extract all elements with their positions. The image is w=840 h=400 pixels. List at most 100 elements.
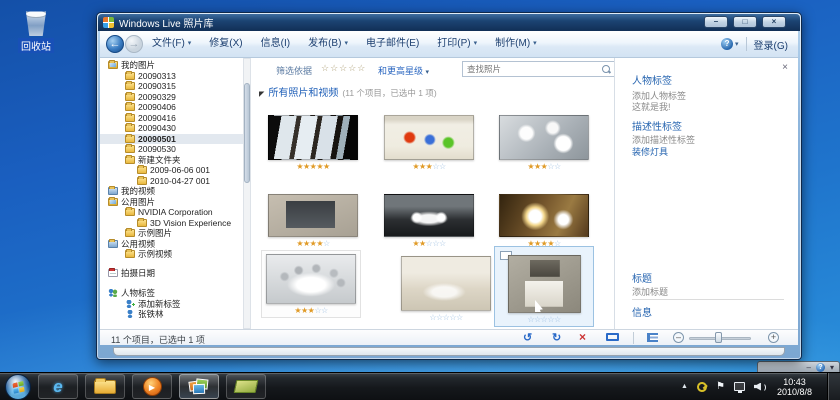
photo-image[interactable] xyxy=(401,256,491,311)
menu-file[interactable]: 文件(F)▾ xyxy=(143,31,200,57)
recycle-bin[interactable]: 回收站 xyxy=(10,10,62,55)
rotate-right-button[interactable]: ↻ xyxy=(552,331,561,344)
action-center-flag-icon[interactable]: ⚑ xyxy=(716,381,725,392)
tree-item-folder[interactable]: 3D Vision Experience xyxy=(100,218,243,229)
photo-image[interactable] xyxy=(384,194,474,237)
photo-image[interactable] xyxy=(499,194,589,237)
add-caption-link[interactable]: 添加标题 xyxy=(632,285,668,298)
photo-thumbnail-selected[interactable]: ☆☆☆☆☆ xyxy=(494,246,594,327)
menu-info[interactable]: 信息(I) xyxy=(252,31,299,57)
back-button[interactable]: ← xyxy=(106,35,124,53)
photo-thumbnail[interactable]: ★★★★★ xyxy=(268,115,358,171)
menu-make[interactable]: 制作(M)▾ xyxy=(486,31,546,57)
photo-thumbnail[interactable]: ☆☆☆☆☆ xyxy=(401,256,491,322)
volume-icon[interactable] xyxy=(754,382,766,392)
photo-thumbnail[interactable]: ★★★★☆ xyxy=(499,194,589,248)
help-button[interactable]: ?▾ xyxy=(721,38,739,50)
tree-item-my-pictures[interactable]: 我的图片 xyxy=(100,60,243,71)
menu-fix[interactable]: 修复(X) xyxy=(200,31,251,57)
signin-button[interactable]: 登录(G) xyxy=(754,37,788,52)
mini-minimize-button[interactable]: – xyxy=(807,363,811,372)
thats-me-link[interactable]: 这就是我! xyxy=(632,100,671,113)
recycle-bin-icon[interactable] xyxy=(24,10,48,36)
tree-item-people-tags[interactable]: 人物标签 xyxy=(100,288,243,299)
taskbar-photo-gallery-button[interactable] xyxy=(179,374,219,399)
tree-item-folder[interactable]: 20090313 xyxy=(100,71,243,82)
key-icon[interactable] xyxy=(695,379,709,393)
photo-thumbnail[interactable]: ★★★☆☆ xyxy=(499,115,589,171)
taskbar-clock[interactable]: 10:43 2010/8/8 xyxy=(777,377,812,397)
tree-item-folder[interactable]: 示例视频 xyxy=(100,249,243,260)
maximize-button[interactable]: □ xyxy=(733,16,757,28)
tree-item-folder[interactable]: 2009-06-06 001 xyxy=(100,165,243,176)
photo-thumbnail[interactable]: ★★★☆☆ xyxy=(261,250,361,318)
filter-stars[interactable]: ☆☆☆☆☆ xyxy=(321,63,366,74)
star-rating[interactable]: ★★★☆☆ xyxy=(384,162,474,171)
group-header[interactable]: ◤所有照片和视频(11 个项目，已选中 1 项) xyxy=(259,84,437,99)
star-rating[interactable]: ★★★★☆ xyxy=(268,239,358,248)
taskbar-explorer-button[interactable] xyxy=(85,374,125,399)
tree-scrollbar[interactable] xyxy=(243,58,251,329)
photo-thumbnail[interactable]: ★★★★☆ xyxy=(268,194,358,248)
menu-email[interactable]: 电子邮件(E) xyxy=(357,31,428,57)
zoom-out-button[interactable]: – xyxy=(673,332,684,343)
search-box[interactable] xyxy=(462,61,615,77)
menu-print[interactable]: 打印(P)▾ xyxy=(428,31,486,57)
zoom-in-button[interactable]: + xyxy=(768,332,779,343)
taskbar-media-player-button[interactable]: ▶ xyxy=(132,374,172,399)
mini-help-icon[interactable]: ? xyxy=(816,363,825,372)
star-rating[interactable]: ★★☆☆☆ xyxy=(384,239,474,248)
filter-higher-dropdown[interactable]: 和更高星级 ▾ xyxy=(378,64,429,77)
scrollbar-thumb[interactable] xyxy=(244,83,250,183)
star-rating[interactable]: ★★★☆☆ xyxy=(499,162,589,171)
photo-image[interactable] xyxy=(268,115,358,160)
view-mode-button[interactable] xyxy=(647,333,658,342)
rotate-left-button[interactable]: ↺ xyxy=(523,331,532,344)
photo-thumbnail[interactable]: ★★☆☆☆ xyxy=(384,194,474,248)
tree-item-public-pictures[interactable]: 公用图片 xyxy=(100,197,243,208)
slideshow-button[interactable] xyxy=(606,333,619,341)
panel-close-icon[interactable]: × xyxy=(782,62,788,73)
tree-item-folder[interactable]: 2010-04-27 001 xyxy=(100,176,243,187)
close-button[interactable]: × xyxy=(762,16,786,28)
tree-item-folder[interactable]: 20090530 xyxy=(100,144,243,155)
tree-item-folder[interactable]: 20090315 xyxy=(100,81,243,92)
taskbar-green-folder-button[interactable] xyxy=(226,374,266,399)
start-button[interactable] xyxy=(5,374,31,400)
star-rating[interactable]: ☆☆☆☆☆ xyxy=(401,313,491,322)
star-rating[interactable]: ★★★☆☆ xyxy=(266,306,356,315)
tree-item-date-taken[interactable]: 拍摄日期 xyxy=(100,268,243,279)
tree-item-folder-selected[interactable]: 20090501 xyxy=(100,134,243,145)
minimize-button[interactable]: – xyxy=(704,16,728,28)
tree-item-folder[interactable]: 20090430 xyxy=(100,123,243,134)
tag-link[interactable]: 装修灯具 xyxy=(632,145,668,158)
photo-image[interactable] xyxy=(499,115,589,160)
zoom-slider-handle[interactable] xyxy=(715,332,722,343)
tree-item-public-videos[interactable]: 公用视频 xyxy=(100,239,243,250)
search-input[interactable] xyxy=(463,62,614,76)
tree-item-folder[interactable]: 20090416 xyxy=(100,113,243,124)
star-rating[interactable]: ☆☆☆☆☆ xyxy=(508,315,580,324)
collapse-triangle-icon[interactable]: ◤ xyxy=(259,91,264,98)
photo-image[interactable] xyxy=(268,194,358,237)
tree-item-person-tag[interactable]: 张铁林 xyxy=(100,309,243,320)
tree-item-folder[interactable]: 20090329 xyxy=(100,92,243,103)
taskbar-ie-button[interactable]: e xyxy=(38,374,78,399)
tree-item-folder[interactable]: 20090406 xyxy=(100,102,243,113)
tree-item-folder[interactable]: 新建文件夹 xyxy=(100,155,243,166)
photo-image[interactable] xyxy=(266,254,356,304)
photo-image[interactable] xyxy=(508,255,581,313)
show-desktop-button[interactable] xyxy=(827,373,840,400)
menu-publish[interactable]: 发布(B)▾ xyxy=(299,31,357,57)
photo-thumbnail[interactable]: ★★★☆☆ xyxy=(384,115,474,171)
delete-button[interactable]: × xyxy=(579,330,586,344)
tree-item-folder[interactable]: NVIDIA Corporation xyxy=(100,207,243,218)
tree-item-folder[interactable]: 示例图片 xyxy=(100,228,243,239)
photo-image[interactable] xyxy=(384,115,474,160)
search-icon[interactable] xyxy=(602,65,611,74)
tray-expand-icon[interactable]: ▲ xyxy=(681,383,688,390)
forward-button[interactable]: → xyxy=(125,35,143,53)
tree-item-my-videos[interactable]: 我的视频 xyxy=(100,186,243,197)
mini-caret-icon[interactable]: ▾ xyxy=(830,363,834,372)
star-rating[interactable]: ★★★★★ xyxy=(268,162,358,171)
